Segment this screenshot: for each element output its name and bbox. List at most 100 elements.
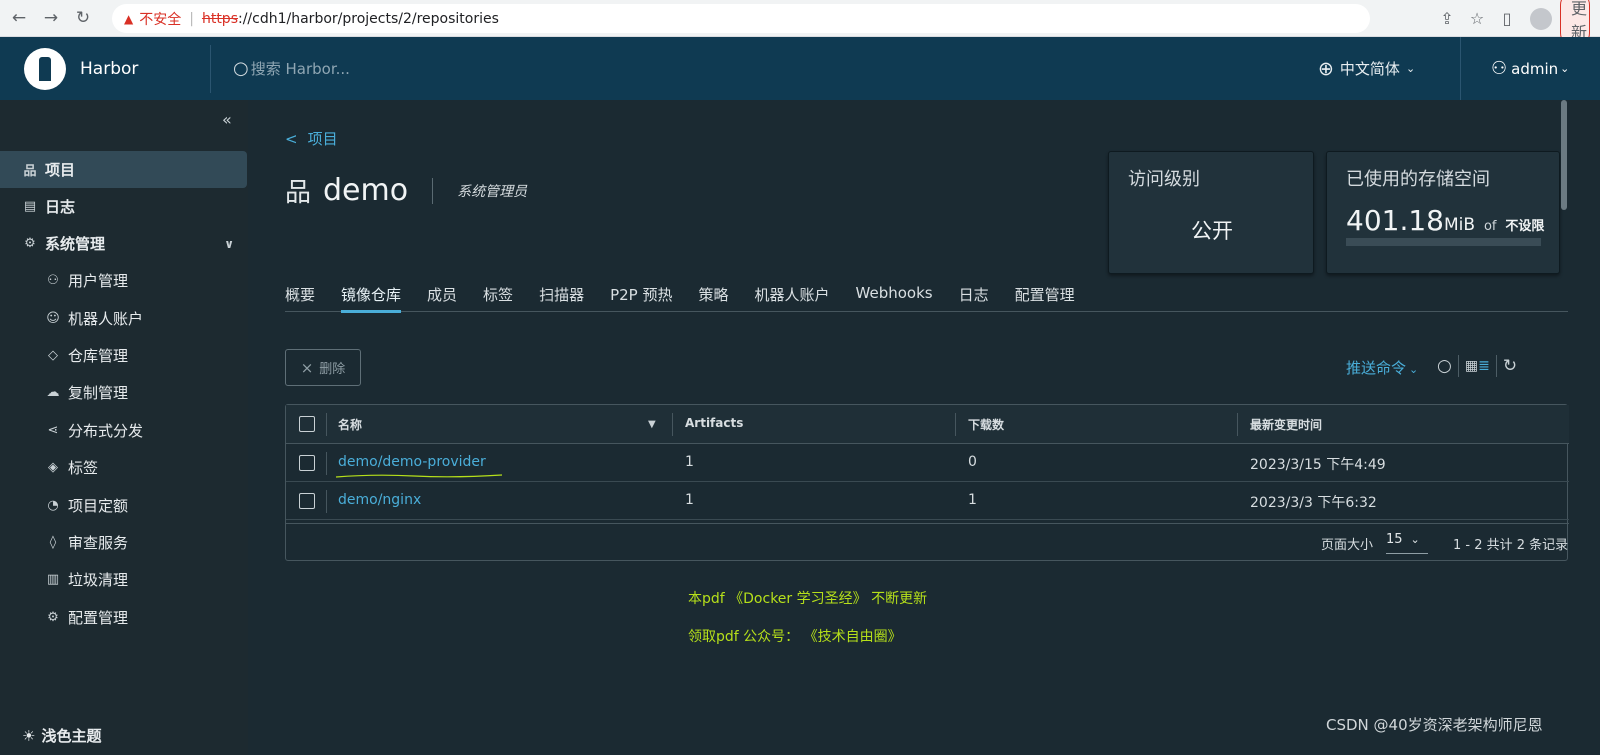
globe-icon: ⊕ [1318, 57, 1334, 80]
tab-summary[interactable]: 概要 [285, 284, 315, 312]
promo-note-1: 本pdf 《Docker 学习圣经》 不断更新 [688, 591, 928, 607]
sidebar-item-distribution[interactable]: ⋖ 分布式分发 [0, 412, 248, 449]
sidebar-item-gc[interactable]: ▥ 垃圾清理 [0, 561, 248, 598]
tab-repositories[interactable]: 镜像仓库 [341, 284, 402, 313]
sidebar-item-config[interactable]: ⚙ 配置管理 [0, 599, 248, 636]
tab-p2p-preheat[interactable]: P2P 预热 [610, 284, 672, 312]
chevron-left-icon: < [285, 130, 298, 148]
tab-logs[interactable]: 日志 [959, 284, 989, 312]
star-icon[interactable]: ☆ [1462, 9, 1492, 28]
users-icon: ⚇ [47, 273, 59, 288]
sidebar-item-label: 系统管理 [45, 235, 106, 253]
sidebar-item-logs[interactable]: ▤ 日志 [0, 188, 248, 225]
sidepanel-icon[interactable]: ▯ [1492, 9, 1522, 28]
artifacts-count: 1 [685, 454, 694, 470]
storage-card: 已使用的存储空间 401.18MiB of 不设限 [1326, 151, 1560, 274]
push-command-dropdown[interactable]: 推送命令 ⌄ [1346, 357, 1418, 378]
search-placeholder: 搜索 Harbor... [250, 60, 350, 78]
brand-name[interactable]: Harbor [80, 59, 210, 79]
delete-button[interactable]: × 删除 [285, 349, 361, 386]
toolbar-divider [1495, 355, 1497, 377]
page-size-value: 15 [1386, 532, 1403, 547]
tab-robot-accounts[interactable]: 机器人账户 [755, 284, 830, 312]
table-header: 名称 ▼ Artifacts 下载数 最新变更时间 [286, 405, 1569, 444]
sidebar-item-label: 仓库管理 [68, 347, 129, 365]
back-arrow-icon[interactable]: ← [6, 8, 32, 28]
chevron-down-icon: ⌄ [1560, 62, 1570, 75]
sidebar-item-projects[interactable]: 品项目 [0, 151, 247, 188]
page-size-select[interactable]: 15 ⌄ [1386, 532, 1428, 554]
close-icon: × [300, 358, 314, 377]
trash-icon: ▥ [46, 572, 60, 587]
list-view-icon[interactable]: ≣ [1478, 358, 1490, 374]
distribution-icon: ⋖ [47, 423, 59, 438]
column-divider [672, 413, 673, 436]
repository-link[interactable]: demo/nginx [338, 492, 421, 508]
column-header-artifacts[interactable]: Artifacts [685, 416, 743, 430]
column-header-name[interactable]: 名称 [338, 416, 362, 433]
table-footer: 页面大小 15 ⌄ 1 - 2 共计 2 条记录 [286, 523, 1569, 561]
sidebar-item-label: 分布式分发 [68, 422, 144, 440]
refresh-icon[interactable]: ↻ [1503, 356, 1517, 376]
column-header-downloads[interactable]: 下载数 [968, 416, 1004, 433]
sidebar-item-label: 配置管理 [68, 609, 129, 627]
tab-labels[interactable]: 标签 [483, 284, 513, 312]
share-icon[interactable]: ⇪ [1432, 9, 1462, 28]
sidebar-item-interrogation[interactable]: ◊ 审查服务 [0, 524, 248, 561]
card-view-icon[interactable]: ▦ [1465, 358, 1478, 374]
page-scrollbar[interactable] [1561, 100, 1567, 210]
updated-time: 2023/3/15 下午4:49 [1250, 457, 1386, 473]
profile-avatar[interactable] [1530, 7, 1552, 30]
access-level-card: 访问级别 公开 [1108, 151, 1314, 274]
forward-arrow-icon[interactable]: → [38, 8, 64, 28]
search-input[interactable]: ○ 搜索 Harbor... [233, 58, 350, 79]
sidebar-item-labels[interactable]: ◈ 标签 [0, 449, 248, 486]
select-all-checkbox[interactable] [299, 416, 315, 432]
admin-icon: ⚙ [24, 236, 36, 251]
reload-icon[interactable]: ↻ [70, 8, 96, 28]
project-tabs: 概要 镜像仓库 成员 标签 扫描器 P2P 预热 策略 机器人账户 Webhoo… [285, 284, 1568, 313]
view-toolbar: ○ ▦ ≣ ↻ [1437, 355, 1517, 377]
tab-members[interactable]: 成员 [427, 284, 457, 312]
warning-icon: ▲ [124, 11, 134, 26]
tab-webhooks[interactable]: Webhooks [856, 284, 933, 312]
repository-link[interactable]: demo/demo-provider [338, 454, 486, 470]
sidebar-item-users[interactable]: ⚇ 用户管理 [0, 262, 248, 299]
harbor-logo-icon[interactable] [24, 47, 66, 90]
language-label: 中文简体 [1339, 60, 1400, 78]
row-checkbox[interactable] [299, 493, 315, 509]
user-menu[interactable]: ⚇ admin ⌄ [1460, 37, 1569, 100]
sidebar-item-label: 日志 [45, 198, 76, 216]
user-icon: ⚇ [1491, 58, 1508, 79]
sidebar-item-label: 用户管理 [68, 272, 129, 290]
storage-limit: 不设限 [1505, 219, 1545, 234]
collapse-icon[interactable]: « [222, 110, 232, 129]
table-row: demo/demo-provider 1 0 2023/3/15 下午4:49 [286, 444, 1569, 482]
language-selector[interactable]: ⊕ 中文简体 ⌄ [1318, 37, 1415, 100]
sidebar-item-label: 复制管理 [68, 384, 129, 402]
sidebar-item-replication[interactable]: ☁ 复制管理 [0, 374, 248, 411]
sidebar-item-label: 垃圾清理 [68, 571, 129, 589]
sidebar-item-admin[interactable]: ⚙ 系统管理 ∨ [0, 225, 248, 262]
sidebar-item-quotas[interactable]: ◔ 项目定额 [0, 487, 248, 524]
access-level-title: 访问级别 [1128, 169, 1200, 190]
sidebar-item-label: 标签 [68, 459, 99, 477]
theme-toggle[interactable]: ☀ 浅色主题 [22, 725, 101, 746]
download-count: 1 [968, 492, 977, 508]
table-row: demo/nginx 1 1 2023/3/3 下午6:32 [286, 482, 1569, 520]
column-header-updated[interactable]: 最新变更时间 [1250, 416, 1322, 433]
tab-policy[interactable]: 策略 [698, 284, 728, 312]
search-icon[interactable]: ○ [1437, 356, 1452, 376]
row-checkbox[interactable] [299, 455, 315, 471]
app-header: Harbor ○ 搜索 Harbor... ⊕ 中文简体 ⌄ ⚇ admin ⌄ [0, 37, 1600, 100]
address-bar[interactable]: ▲ 不安全 | https ://cdh1/harbor/projects/2/… [112, 4, 1370, 33]
sidebar-item-robots[interactable]: ☺ 机器人账户 [0, 300, 248, 337]
tab-scanner[interactable]: 扫描器 [539, 284, 584, 312]
filter-icon[interactable]: ▼ [648, 419, 656, 430]
back-to-projects-link[interactable]: < 项目 [285, 128, 338, 149]
tab-configuration[interactable]: 配置管理 [1015, 284, 1075, 312]
user-name: admin [1511, 59, 1559, 78]
project-title: 品 demo 系统管理员 [285, 172, 527, 209]
column-divider [326, 490, 327, 513]
sidebar-item-registries[interactable]: ◇ 仓库管理 [0, 337, 248, 374]
